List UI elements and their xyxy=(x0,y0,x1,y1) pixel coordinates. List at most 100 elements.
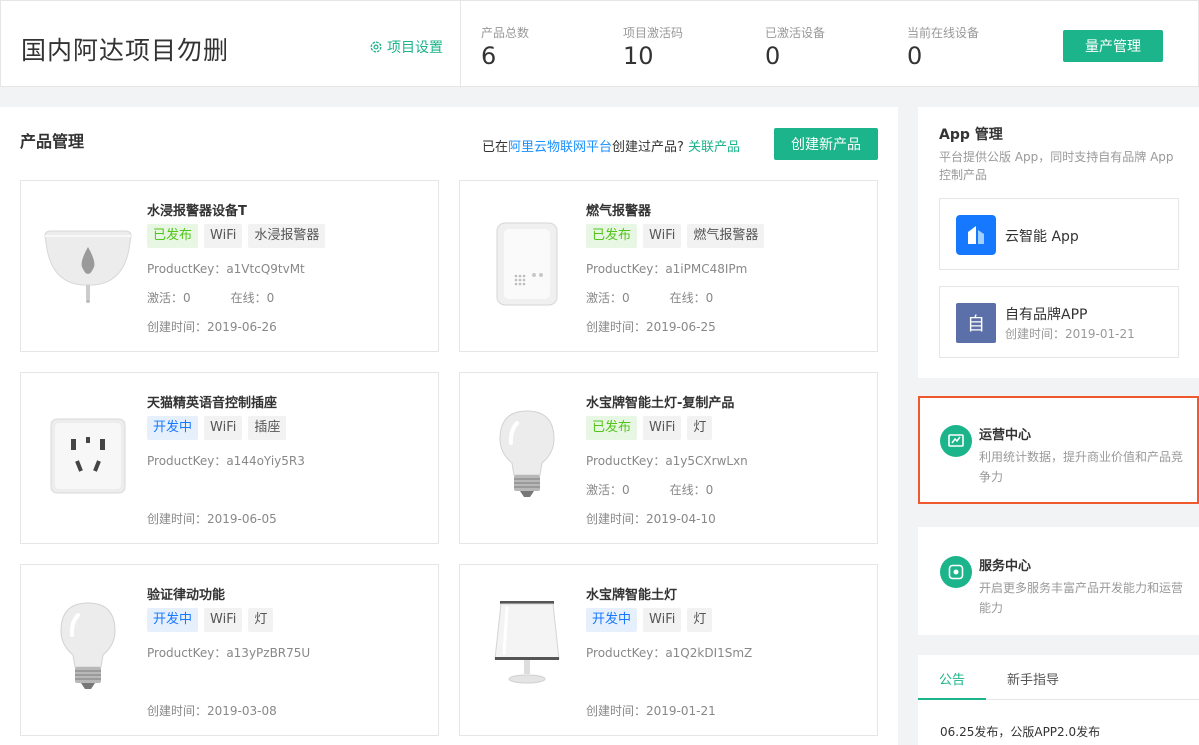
network-tag: WiFi xyxy=(643,608,682,632)
iot-platform-link[interactable]: 阿里云物联网平台 xyxy=(508,140,612,155)
online-count: 在线：0 xyxy=(230,291,275,305)
product-tags: 已发布 WiFi 燃气报警器 xyxy=(586,224,765,248)
product-stats: 激活：0 在线：0 xyxy=(147,289,274,306)
network-tag: WiFi xyxy=(204,608,243,632)
product-name: 天猫精英语音控制插座 xyxy=(147,396,278,411)
status-badge: 已发布 xyxy=(147,224,199,248)
created-time: 创建时间：2019-04-10 xyxy=(586,512,716,526)
category-tag: 插座 xyxy=(248,416,287,440)
product-name: 水宝牌智能土灯-复制产品 xyxy=(586,396,735,411)
own-brand-app-card[interactable]: 自 自有品牌APP 创建时间：2019-01-21 xyxy=(939,286,1179,358)
status-badge: 开发中 xyxy=(147,416,199,440)
app-management-desc: 平台提供公版 App，同时支持自有品牌 App 控制产品 xyxy=(939,150,1174,182)
stat-label: 产品总数 xyxy=(481,26,530,40)
product-panel: 产品管理 已在阿里云物联网平台创建过产品? 关联产品 创建新产品 水浸报警器设备T… xyxy=(0,107,898,745)
cloud-app-name: 云智能 App xyxy=(1005,229,1079,245)
create-product-button[interactable]: 创建新产品 xyxy=(774,128,878,160)
operations-center-title: 运营中心 xyxy=(979,428,1032,443)
created-time: 创建时间：2019-01-21 xyxy=(586,704,716,718)
tab-beginner-guide[interactable]: 新手指导 xyxy=(1007,669,1059,688)
product-key: ProductKey：a1y5CXrwLxn xyxy=(586,454,748,468)
service-center-desc: 开启更多服务丰富产品开发能力和运营能力 xyxy=(979,581,1184,615)
own-brand-app-time: 创建时间：2019-01-21 xyxy=(1005,327,1135,341)
product-card[interactable]: 水宝牌智能土灯 开发中 WiFi 灯 ProductKey：a1Q2kDI1Sm… xyxy=(459,564,878,736)
product-key: ProductKey：a144oYiy5R3 xyxy=(147,454,305,468)
product-key: ProductKey：a13yPzBR75U xyxy=(147,646,311,660)
socket-icon xyxy=(50,418,126,494)
gear-icon xyxy=(370,41,382,53)
category-tag: 燃气报警器 xyxy=(687,224,765,248)
product-tags: 已发布 WiFi 灯 xyxy=(586,416,713,440)
bulb-icon xyxy=(60,602,116,689)
cloud-app-icon xyxy=(956,215,996,255)
active-count: 激活：0 xyxy=(147,291,191,305)
product-card[interactable]: 验证律动功能 开发中 WiFi 灯 ProductKey：a13yPzBR75U… xyxy=(20,564,439,736)
active-count: 激活：0 xyxy=(586,291,630,305)
network-tag: WiFi xyxy=(204,416,243,440)
stat-label: 项目激活码 xyxy=(623,26,684,40)
stat-label: 已激活设备 xyxy=(765,26,826,40)
product-name: 燃气报警器 xyxy=(586,204,652,219)
product-name: 水宝牌智能土灯 xyxy=(586,588,678,603)
created-suffix: 创建过产品? xyxy=(612,140,684,155)
service-center-title: 服务中心 xyxy=(979,559,1032,574)
product-stats: 激活：0 在线：0 xyxy=(586,289,713,306)
product-card[interactable]: 水宝牌智能土灯-复制产品 已发布 WiFi 灯 ProductKey：a1y5C… xyxy=(459,372,878,544)
stat-activated-devices: 已激活设备 0 xyxy=(765,24,825,70)
product-tags: 开发中 WiFi 灯 xyxy=(147,608,274,632)
chart-icon xyxy=(940,425,972,457)
own-brand-app-icon: 自 xyxy=(956,303,996,343)
project-title: 国内阿达项目勿删 xyxy=(21,36,230,65)
product-card[interactable]: 天猫精英语音控制插座 开发中 WiFi 插座 ProductKey：a144oY… xyxy=(20,372,439,544)
stat-product-total: 产品总数 6 xyxy=(481,24,529,70)
stat-activation-codes: 项目激活码 10 xyxy=(623,24,683,70)
created-time: 创建时间：2019-06-05 xyxy=(147,512,277,526)
product-tags: 已发布 WiFi 水浸报警器 xyxy=(147,224,326,248)
stat-value: 10 xyxy=(623,42,654,70)
link-product-link[interactable]: 关联产品 xyxy=(688,140,740,155)
service-center-card[interactable]: 服务中心 开启更多服务丰富产品开发能力和运营能力 xyxy=(918,527,1199,635)
status-badge: 已发布 xyxy=(586,224,638,248)
project-settings-link[interactable]: 项目设置 xyxy=(369,37,443,57)
created-time: 创建时间：2019-03-08 xyxy=(147,704,277,718)
app-management-panel: App 管理 平台提供公版 App，同时支持自有品牌 App 控制产品 云智能 … xyxy=(918,107,1199,378)
product-name: 验证律动功能 xyxy=(147,588,226,603)
created-time: 创建时间：2019-06-25 xyxy=(586,320,716,334)
active-tab-indicator xyxy=(918,698,986,700)
network-tag: WiFi xyxy=(204,224,243,248)
online-count: 在线：0 xyxy=(669,291,714,305)
section-title: 产品管理 xyxy=(20,132,85,151)
stat-value: 0 xyxy=(907,42,923,70)
product-key: ProductKey：a1VtcQ9tvMt xyxy=(147,262,305,276)
app-management-title: App 管理 xyxy=(939,127,1003,143)
operations-center-desc: 利用统计数据，提升商业价值和产品竞争力 xyxy=(979,450,1184,484)
notice-tabs: 公告 新手指导 xyxy=(918,655,1199,700)
gas-alarm-icon xyxy=(496,222,558,306)
product-key: ProductKey：a1iPMC48IPm xyxy=(586,262,748,276)
water-sensor-icon xyxy=(44,230,132,303)
category-tag: 水浸报警器 xyxy=(248,224,326,248)
status-badge: 已发布 xyxy=(586,416,638,440)
notice-panel: 公告 新手指导 06.25发布，公版APP2.0发布 xyxy=(918,655,1199,745)
project-header: 国内阿达项目勿删 项目设置 产品总数 6 项目激活码 10 已激活设备 0 当前… xyxy=(0,0,1199,88)
cloud-app-card[interactable]: 云智能 App xyxy=(939,198,1179,270)
product-tags: 开发中 WiFi 灯 xyxy=(586,608,713,632)
operations-center-card[interactable]: 运营中心 利用统计数据，提升商业价值和产品竞争力 xyxy=(918,396,1199,504)
notice-item[interactable]: 06.25发布，公版APP2.0发布 xyxy=(940,723,1100,740)
product-key: ProductKey：a1Q2kDI1SmZ xyxy=(586,646,753,660)
status-badge: 开发中 xyxy=(147,608,199,632)
product-card[interactable]: 水浸报警器设备T 已发布 WiFi 水浸报警器 ProductKey：a1Vtc… xyxy=(20,180,439,352)
created-time: 创建时间：2019-06-26 xyxy=(147,320,277,334)
mass-production-button[interactable]: 量产管理 xyxy=(1063,30,1163,62)
header-divider xyxy=(460,1,461,88)
stat-online-devices: 当前在线设备 0 xyxy=(907,24,979,70)
status-badge: 开发中 xyxy=(586,608,638,632)
created-prefix: 已在 xyxy=(482,140,509,155)
tab-announcement[interactable]: 公告 xyxy=(939,669,965,688)
category-tag: 灯 xyxy=(687,416,713,440)
product-card[interactable]: 燃气报警器 已发布 WiFi 燃气报警器 ProductKey：a1iPMC48… xyxy=(459,180,878,352)
online-count: 在线：0 xyxy=(669,483,714,497)
category-tag: 灯 xyxy=(248,608,274,632)
network-tag: WiFi xyxy=(643,224,682,248)
product-tags: 开发中 WiFi 插座 xyxy=(147,416,287,440)
